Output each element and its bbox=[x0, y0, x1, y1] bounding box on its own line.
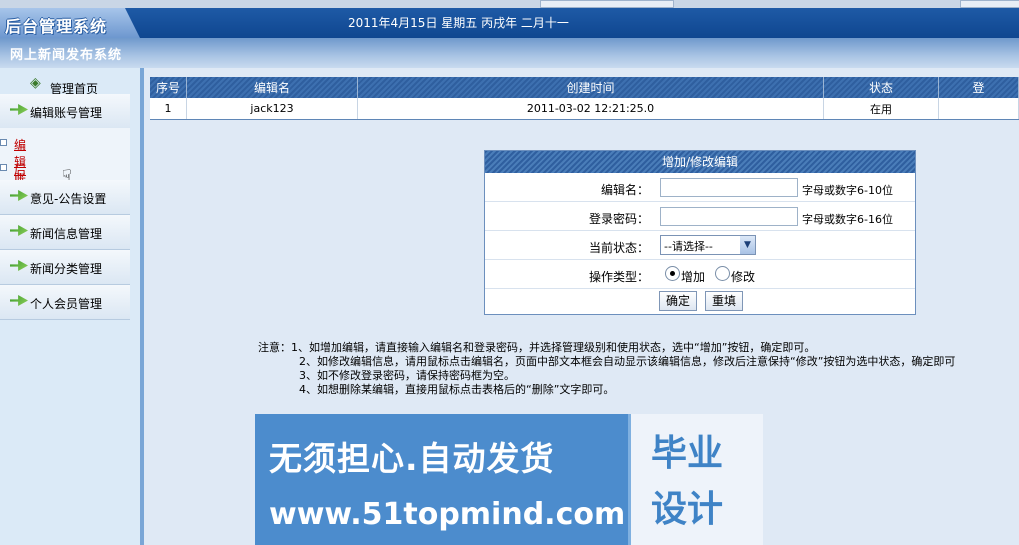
date-display: 2011年4月15日 星期五 丙戌年 二月十一 bbox=[348, 16, 569, 30]
system-title: 网上新闻发布系统 bbox=[10, 48, 123, 63]
home-icon: ◈ bbox=[30, 75, 41, 91]
sidebar-menu-label: 编辑账号管理 bbox=[30, 106, 103, 120]
column-header: 状态 bbox=[823, 77, 939, 98]
note-line: 3、如不修改登录密码，请保持密码框为空。 bbox=[299, 369, 515, 382]
table-header-row: 序号 编辑名 创建时间 状态 登 bbox=[150, 77, 1019, 98]
banner-badge: 毕业 设计 bbox=[628, 414, 763, 545]
banner-badge-line1: 毕业 bbox=[651, 433, 724, 474]
sidebar-menu-member[interactable]: 个人会员管理 bbox=[0, 285, 130, 320]
editor-table: 序号 编辑名 创建时间 状态 登 1 jack123 2011-03-02 12… bbox=[150, 77, 1019, 120]
form-row-optype: 操作类型： 增加 修改 bbox=[485, 260, 915, 289]
main-content: 序号 编辑名 创建时间 状态 登 1 jack123 2011-03-02 12… bbox=[144, 68, 1019, 545]
table-cell-link[interactable]: jack123 bbox=[186, 98, 358, 120]
sidebar-menu-label: 新闻信息管理 bbox=[30, 227, 103, 241]
logo: 后台管理系统 bbox=[0, 8, 140, 38]
username-input[interactable] bbox=[660, 178, 798, 197]
browser-tab[interactable] bbox=[960, 0, 1019, 8]
edit-form: 增加/修改编辑 编辑名： 字母或数字6-10位 登录密码： 字母或数字6-16位… bbox=[484, 150, 916, 315]
note-line: 2、如修改编辑信息，请用鼠标点击编辑名，页面中部文本框会自动显示该编辑信息，修改… bbox=[299, 355, 956, 368]
form-row-status: 当前状态： --请选择-- ▼ bbox=[485, 231, 915, 260]
sidebar-menu-account[interactable]: 编辑账号管理 bbox=[0, 94, 130, 129]
sidebar-menu-category[interactable]: 新闻分类管理 bbox=[0, 250, 130, 285]
chevron-down-icon[interactable]: ▼ bbox=[740, 236, 755, 254]
banner-badge-line2: 设计 bbox=[651, 489, 724, 530]
header-bar: 后台管理系统 2011年4月15日 星期五 丙戌年 二月十一 bbox=[0, 8, 1019, 38]
confirm-button[interactable]: 确定 bbox=[659, 291, 698, 311]
reset-button[interactable]: 重填 bbox=[705, 291, 744, 311]
username-label: 编辑名： bbox=[600, 183, 649, 197]
column-header: 序号 bbox=[150, 77, 187, 98]
sidebar-menu-label: 新闻分类管理 bbox=[30, 262, 103, 276]
sidebar-menu-news[interactable]: 新闻信息管理 bbox=[0, 215, 130, 250]
banner-url: www.51topmind.com bbox=[269, 497, 626, 532]
column-header: 登 bbox=[938, 77, 1019, 98]
radio-add-label: 增加 bbox=[681, 270, 706, 284]
password-hint: 字母或数字6-16位 bbox=[802, 213, 893, 226]
table-cell bbox=[938, 98, 1019, 120]
radio-edit[interactable] bbox=[715, 266, 730, 281]
form-row-password: 登录密码： 字母或数字6-16位 bbox=[485, 202, 915, 231]
banner-headline: 无须担心.自动发货 bbox=[269, 439, 555, 478]
table-cell: 在用 bbox=[823, 98, 939, 120]
table-row: 1 jack123 2011-03-02 12:21:25.0 在用 bbox=[150, 98, 1019, 120]
arrow-icon bbox=[10, 295, 28, 306]
arrow-icon bbox=[10, 190, 28, 201]
status-select[interactable]: --请选择-- ▼ bbox=[660, 235, 756, 255]
column-header: 编辑名 bbox=[186, 77, 358, 98]
optype-label: 操作类型： bbox=[588, 270, 649, 284]
sidebar-menu-notice[interactable]: 意见-公告设置 bbox=[0, 180, 130, 215]
form-row-username: 编辑名： 字母或数字6-10位 bbox=[485, 173, 915, 202]
table-cell: 1 bbox=[150, 98, 187, 120]
top-strip bbox=[0, 0, 1019, 8]
radio-add[interactable] bbox=[665, 266, 680, 281]
bullet-icon bbox=[0, 164, 7, 171]
notes: 注意：1、如增加编辑，请直接输入编辑名和登录密码，并选择管理级别和使用状态，选中… bbox=[258, 341, 1018, 397]
form-title: 增加/修改编辑 bbox=[485, 151, 915, 173]
sidebar: ◈ 管理首页 编辑账号管理 编辑账号管理 后台登录日志 ☟ 意见-公告设置 新闻… bbox=[0, 68, 144, 545]
ad-banner[interactable]: 无须担心.自动发货 www.51topmind.com 毕业 设计 bbox=[255, 414, 763, 545]
form-row-buttons: 确定 重填 bbox=[485, 289, 915, 317]
arrow-icon bbox=[10, 260, 28, 271]
password-input[interactable] bbox=[660, 207, 798, 226]
sidebar-menu-label: 意见-公告设置 bbox=[30, 192, 107, 206]
table-cell: 2011-03-02 12:21:25.0 bbox=[357, 98, 824, 120]
sidebar-menu-label: 个人会员管理 bbox=[30, 297, 103, 311]
bullet-icon bbox=[0, 139, 7, 146]
arrow-icon bbox=[10, 225, 28, 236]
system-title-bar: 网上新闻发布系统 bbox=[0, 38, 1019, 68]
password-label: 登录密码： bbox=[588, 212, 649, 226]
column-header: 创建时间 bbox=[357, 77, 824, 98]
note-line: 注意：1、如增加编辑，请直接输入编辑名和登录密码，并选择管理级别和使用状态，选中… bbox=[258, 341, 816, 354]
username-hint: 字母或数字6-10位 bbox=[802, 184, 893, 197]
note-line: 4、如想删除某编辑，直接用鼠标点击表格后的“删除”文字即可。 bbox=[299, 383, 615, 396]
radio-edit-label: 修改 bbox=[731, 270, 756, 284]
status-select-value: --请选择-- bbox=[664, 240, 713, 253]
browser-tab[interactable] bbox=[540, 0, 674, 8]
status-label: 当前状态： bbox=[588, 241, 649, 255]
arrow-icon bbox=[10, 104, 28, 115]
